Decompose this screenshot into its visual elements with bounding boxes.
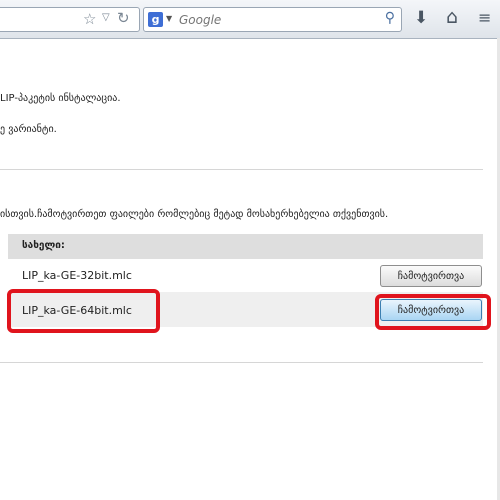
dropdown-icon[interactable]: ▽ bbox=[102, 12, 110, 23]
table-row: LIP_ka-GE-32bit.mlc ჩამოტვირთვა bbox=[8, 259, 483, 292]
magnifier-icon[interactable]: ⚲ bbox=[385, 10, 395, 26]
bookmark-star-icon[interactable]: ☆ bbox=[83, 10, 96, 28]
divider bbox=[0, 169, 483, 170]
download-icon[interactable]: ⬇ bbox=[414, 8, 428, 28]
menu-icon[interactable]: ≡ bbox=[478, 8, 491, 27]
highlight-box-button bbox=[375, 294, 491, 330]
browser-toolbar: ☆ ▽ ↻ g ▼ ⚲ ⬇ ⌂ ≡ bbox=[0, 0, 500, 39]
highlight-box-filename bbox=[7, 289, 160, 333]
search-input[interactable] bbox=[177, 10, 371, 30]
download-instruction-text: ისთვის.ჩამოტვირთეთ ფაილები რომლებიც მეტა… bbox=[0, 209, 389, 220]
search-bar[interactable]: g ▼ ⚲ bbox=[143, 7, 402, 32]
table-header: სახელი: bbox=[8, 234, 483, 259]
search-engine-icon[interactable]: g bbox=[148, 12, 163, 27]
file-name: LIP_ka-GE-32bit.mlc bbox=[22, 269, 132, 282]
reload-icon[interactable]: ↻ bbox=[117, 9, 130, 27]
divider bbox=[0, 362, 483, 363]
home-icon[interactable]: ⌂ bbox=[446, 6, 458, 28]
column-header-name: სახელი: bbox=[22, 240, 65, 251]
address-bar[interactable]: ☆ ▽ ↻ bbox=[0, 7, 140, 32]
download-button[interactable]: ჩამოტვირთვა bbox=[380, 265, 482, 287]
install-instruction-text: LIP-პაკეტის ინსტალაცია. bbox=[0, 93, 121, 104]
chevron-down-icon[interactable]: ▼ bbox=[166, 14, 172, 23]
variant-text: ე ვარიანტი. bbox=[0, 124, 57, 135]
